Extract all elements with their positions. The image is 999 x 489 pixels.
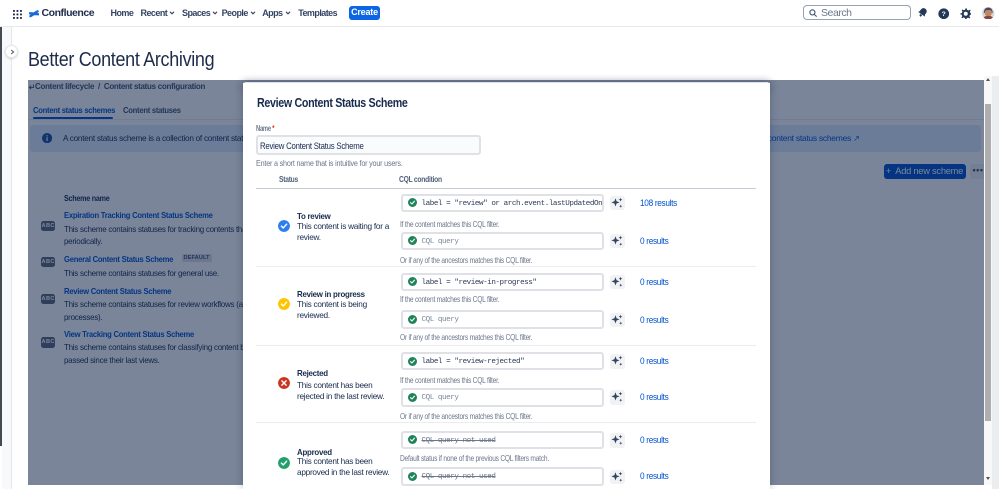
svg-text:?: ? [941,11,945,18]
